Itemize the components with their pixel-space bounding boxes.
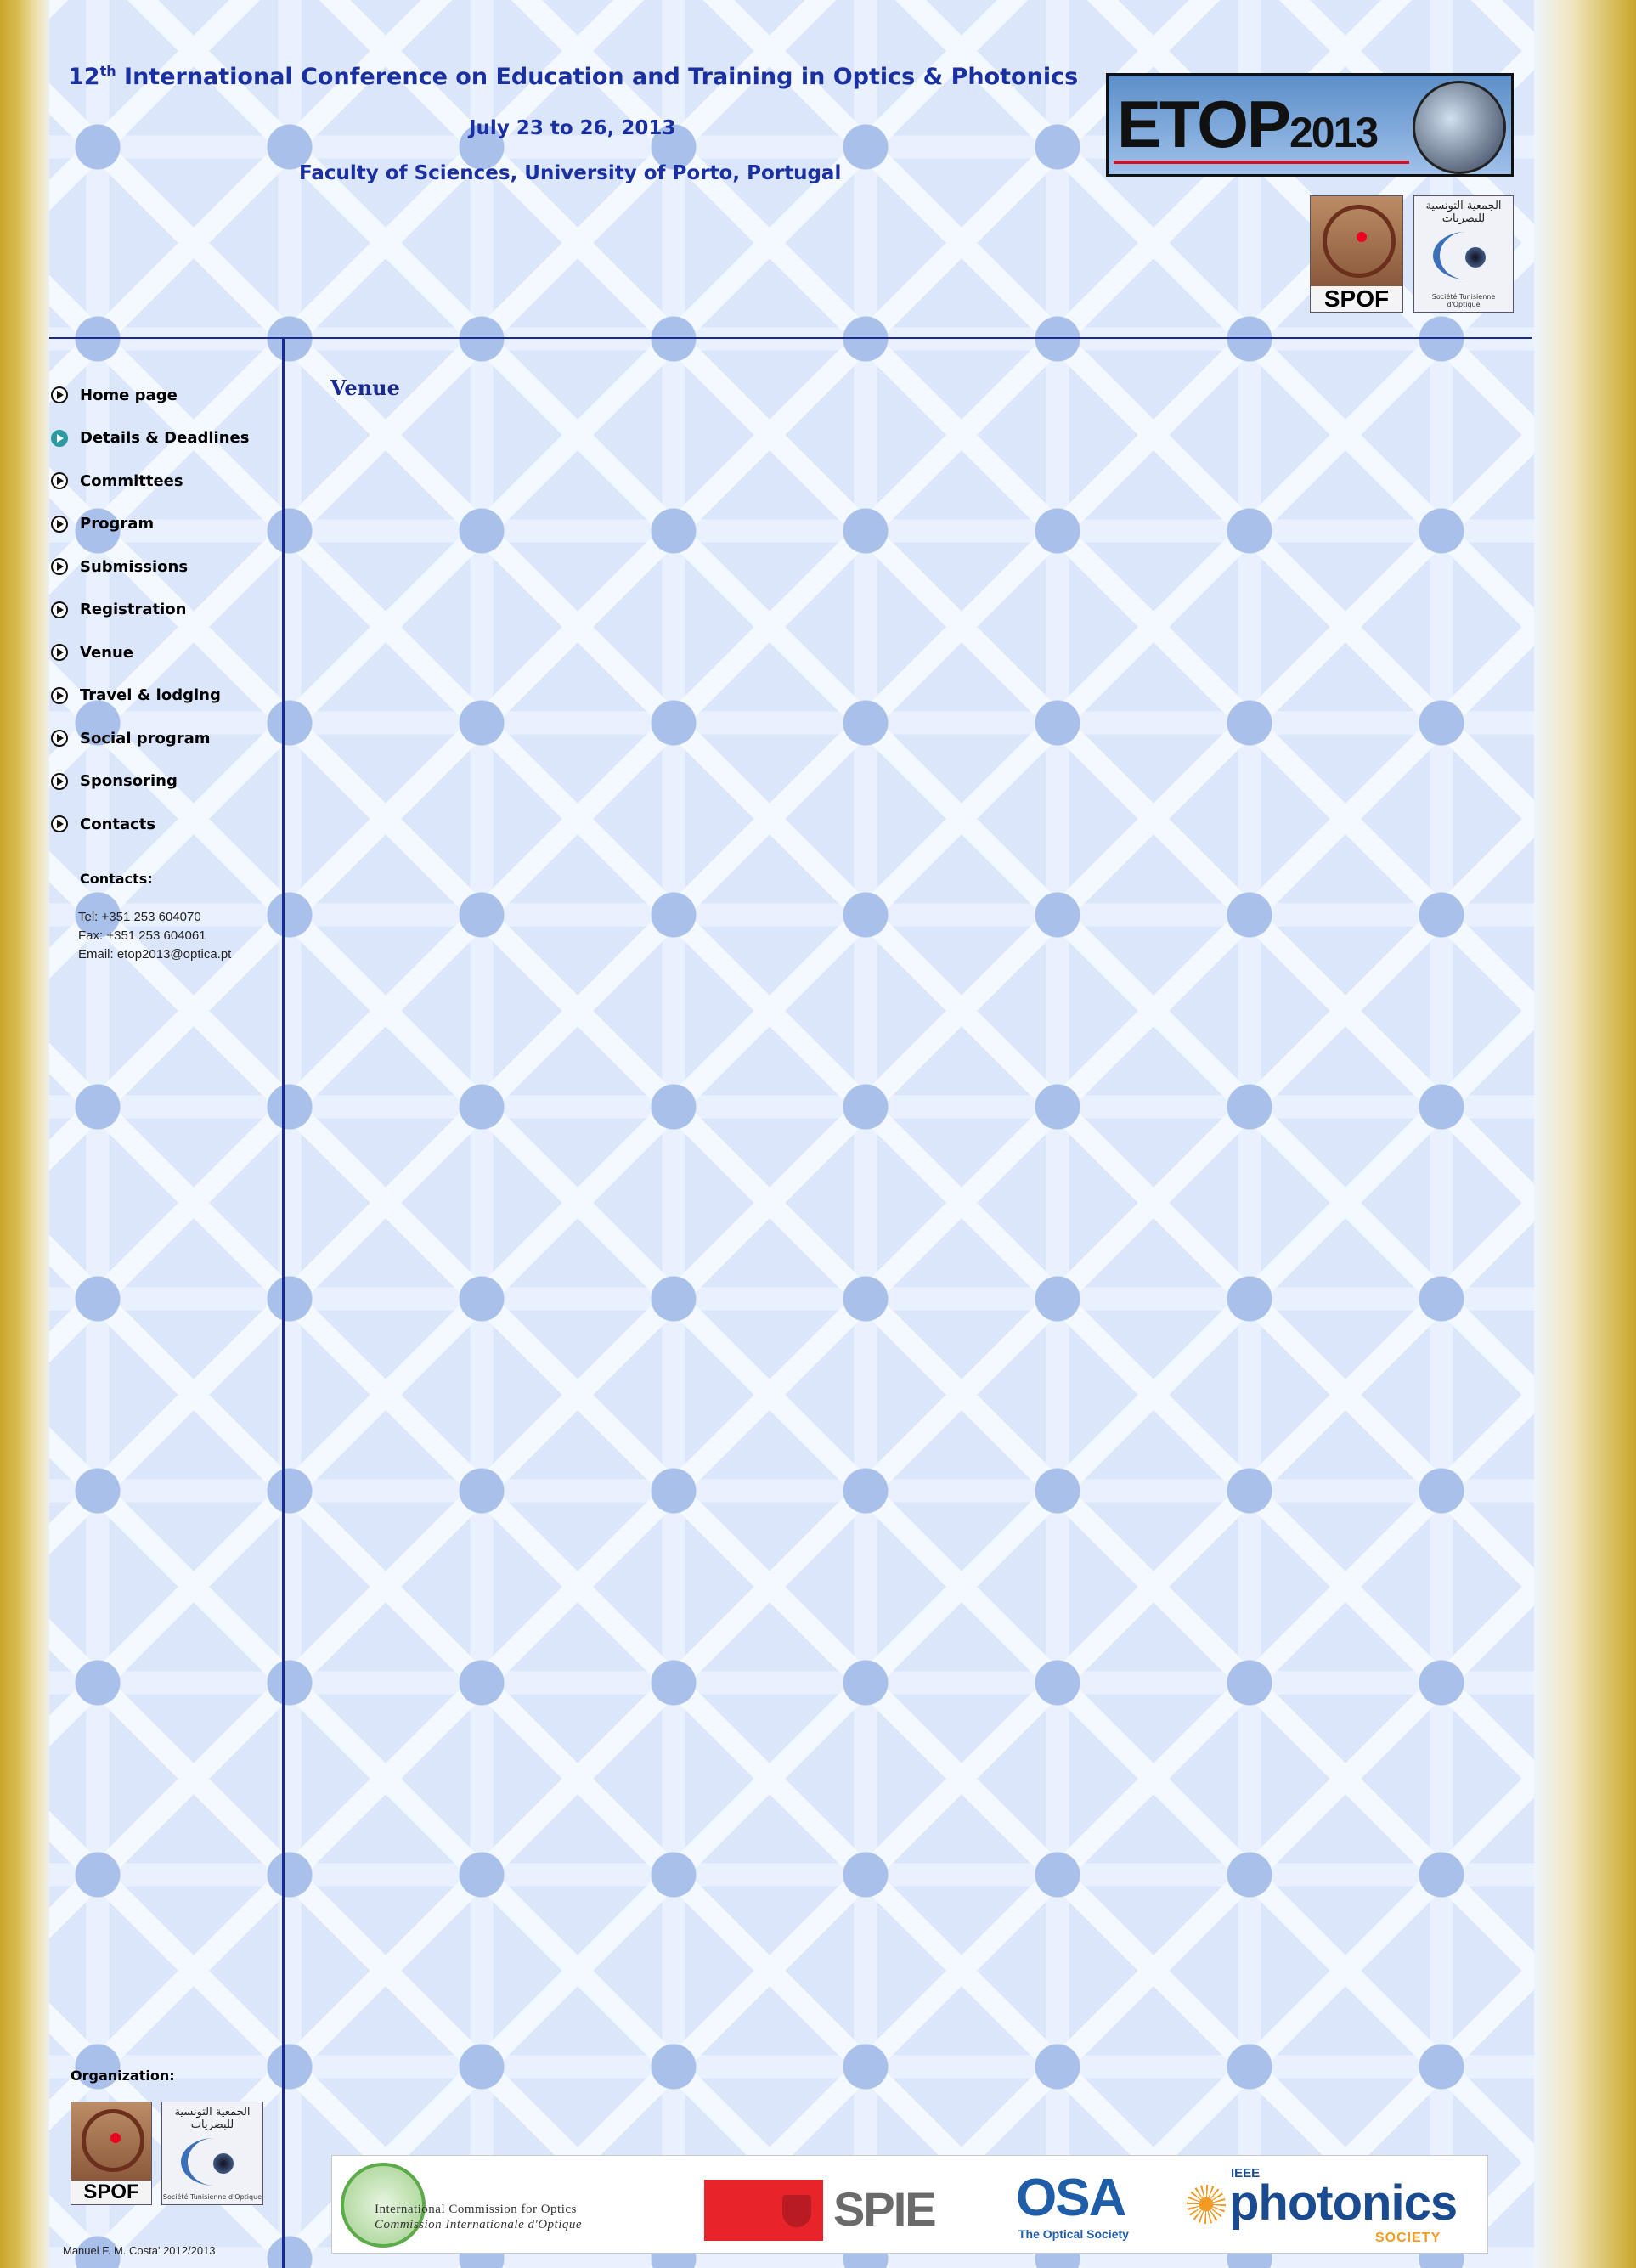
spof-label: SPOF xyxy=(71,2181,151,2204)
globe-icon xyxy=(1413,81,1506,174)
arrow-bullet-icon xyxy=(51,429,68,447)
spof-logo-footer[interactable]: SPOF xyxy=(71,2102,152,2205)
laser-dot-icon xyxy=(1357,232,1367,242)
arrow-bullet-icon xyxy=(51,558,68,576)
nav-item-label: Committees xyxy=(80,471,183,490)
nav-item-social-program[interactable]: Social program xyxy=(51,717,280,760)
spie-logo-text[interactable]: SPIE xyxy=(833,2181,937,2237)
nav-item-label: Social program xyxy=(80,729,211,748)
sto-arabic-name: الجمعية التونسية للبصريات xyxy=(174,2106,251,2131)
nav-item-label: Home page xyxy=(80,386,178,404)
ieee-society-label: SOCIETY xyxy=(1375,2231,1441,2245)
contact-tel: Tel: +351 253 604070 xyxy=(78,910,201,924)
organization-label: Organization: xyxy=(71,2068,175,2084)
nav-item-label: Program xyxy=(80,515,155,533)
conference-title: 12th International Conference on Educati… xyxy=(68,63,1079,90)
ieee-photonics-logo-text[interactable]: photonics xyxy=(1229,2175,1458,2231)
nav-item-home-page[interactable]: Home page xyxy=(51,374,280,417)
arrow-bullet-icon xyxy=(51,472,68,490)
nav-item-label: Registration xyxy=(80,601,187,619)
nav-item-sponsoring[interactable]: Sponsoring xyxy=(51,760,280,804)
conference-dates: July 23 to 26, 2013 xyxy=(469,117,676,139)
nav-item-submissions[interactable]: Submissions xyxy=(51,545,280,589)
arrow-bullet-icon xyxy=(51,815,68,833)
arrow-bullet-icon xyxy=(51,386,68,404)
contacts-heading: Contacts: xyxy=(80,871,153,887)
sponsor-logo-bar: International Commission for Optics Comm… xyxy=(331,2155,1488,2254)
sto-logo[interactable]: الجمعية التونسية للبصريات Société Tunisi… xyxy=(1413,195,1514,313)
etop2013-logo[interactable]: ETOP2013 xyxy=(1106,73,1514,177)
eye-icon xyxy=(213,2153,234,2174)
sidebar-divider xyxy=(282,339,285,2268)
contact-email[interactable]: Email: etop2013@optica.pt xyxy=(78,945,231,964)
nav-item-label: Details & Deadlines xyxy=(80,429,250,448)
arrow-bullet-icon xyxy=(51,601,68,618)
nav-item-registration[interactable]: Registration xyxy=(51,589,280,632)
nav-item-label: Venue xyxy=(80,643,133,662)
nav-item-travel-lodging[interactable]: Travel & lodging xyxy=(51,674,280,718)
sto-subtitle: Société Tunisienne d'Optique xyxy=(162,2193,262,2201)
footer-credit: Manuel F. M. Costa' 2012/2013 xyxy=(63,2244,216,2257)
right-gold-strip xyxy=(1534,0,1636,2268)
osa-subtitle: The Optical Society xyxy=(1018,2227,1129,2241)
nav-item-program[interactable]: Program xyxy=(51,503,280,546)
nav-item-committees[interactable]: Committees xyxy=(51,460,280,503)
nav-item-contacts[interactable]: Contacts xyxy=(51,803,280,846)
sto-subtitle: Société Tunisienne d'Optique xyxy=(1431,293,1496,308)
sto-arabic-name: الجمعية التونسية للبصريات xyxy=(1425,200,1502,225)
nav-item-label: Sponsoring xyxy=(80,772,178,791)
arrow-bullet-icon xyxy=(51,644,68,662)
nav-item-label: Travel & lodging xyxy=(80,686,221,705)
eye-icon xyxy=(1465,247,1486,268)
ico-name-en: International Commission for Optics xyxy=(375,2203,577,2216)
etop-logo-line xyxy=(1114,161,1409,164)
osa-logo-text[interactable]: OSA xyxy=(1016,2171,1126,2226)
conference-venue: Faculty of Sciences, University of Porto… xyxy=(299,162,842,184)
page-title: Venue xyxy=(330,375,400,400)
laser-dot-icon xyxy=(110,2133,121,2143)
spie-shield-icon xyxy=(782,2195,811,2227)
spof-logo[interactable]: SPOF xyxy=(1310,195,1403,313)
etop-logo-text: ETOP2013 xyxy=(1117,87,1379,161)
page-background xyxy=(49,0,1534,2268)
ieee-starburst-icon xyxy=(1187,2185,1226,2224)
spof-label: SPOF xyxy=(1311,286,1402,312)
nav-item-details-deadlines[interactable]: Details & Deadlines xyxy=(51,417,280,460)
arrow-bullet-icon xyxy=(51,772,68,790)
sidebar-nav: Home page Details & Deadlines Committees… xyxy=(51,374,280,846)
contacts-details: Tel: +351 253 604070 Fax: +351 253 60406… xyxy=(78,908,231,964)
nav-item-label: Submissions xyxy=(80,557,189,576)
left-gold-strip xyxy=(0,0,53,2268)
nav-item-venue[interactable]: Venue xyxy=(51,631,280,674)
ico-name-fr: Commission Internationale d'Optique xyxy=(375,2218,583,2231)
arrow-bullet-icon xyxy=(51,730,68,748)
arrow-bullet-icon xyxy=(51,686,68,704)
arrow-bullet-icon xyxy=(51,515,68,533)
sto-logo-footer[interactable]: الجمعية التونسية للبصريات Société Tunisi… xyxy=(161,2102,263,2205)
contact-fax: Fax: +351 253 604061 xyxy=(78,928,206,943)
ico-logo-text[interactable]: International Commission for Optics Comm… xyxy=(375,2202,582,2232)
nav-item-label: Contacts xyxy=(80,815,156,833)
header-divider xyxy=(49,337,1532,339)
